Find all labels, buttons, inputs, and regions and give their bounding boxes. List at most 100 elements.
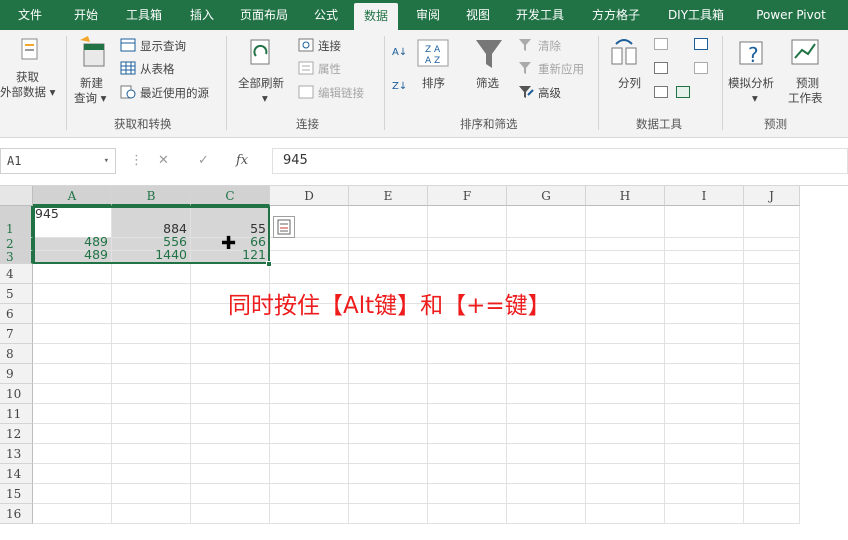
- cell-j10[interactable]: [744, 384, 800, 404]
- cell-i15[interactable]: [665, 484, 744, 504]
- cell-h9[interactable]: [586, 364, 665, 384]
- column-header-d[interactable]: D: [270, 186, 349, 206]
- cell-a12[interactable]: [33, 424, 112, 444]
- cell-i1[interactable]: [665, 206, 744, 238]
- column-header-a[interactable]: A: [33, 186, 112, 206]
- column-header-i[interactable]: I: [665, 186, 744, 206]
- cell-h14[interactable]: [586, 464, 665, 484]
- cell-h16[interactable]: [586, 504, 665, 524]
- row-header-7[interactable]: 7: [0, 324, 33, 344]
- cell-f15[interactable]: [428, 484, 507, 504]
- cell-a6[interactable]: [33, 304, 112, 324]
- cell-h1[interactable]: [586, 206, 665, 238]
- cell-d7[interactable]: [270, 324, 349, 344]
- row-header-5[interactable]: 5: [0, 284, 33, 304]
- cell-b15[interactable]: [112, 484, 191, 504]
- cell-g11[interactable]: [507, 404, 586, 424]
- cell-e2[interactable]: [349, 238, 428, 251]
- tab-view[interactable]: 视图: [456, 0, 500, 30]
- cell-c8[interactable]: [191, 344, 270, 364]
- cell-i10[interactable]: [665, 384, 744, 404]
- cell-d3[interactable]: [270, 251, 349, 264]
- cell-b6[interactable]: [112, 304, 191, 324]
- cell-j14[interactable]: [744, 464, 800, 484]
- column-header-b[interactable]: B: [112, 186, 191, 206]
- cell-j4[interactable]: [744, 264, 800, 284]
- cell-b14[interactable]: [112, 464, 191, 484]
- cell-g1[interactable]: [507, 206, 586, 238]
- tab-data[interactable]: 数据: [354, 3, 398, 30]
- tab-formulas[interactable]: 公式: [304, 0, 348, 30]
- cell-a15[interactable]: [33, 484, 112, 504]
- cell-g13[interactable]: [507, 444, 586, 464]
- cell-d12[interactable]: [270, 424, 349, 444]
- cell-j6[interactable]: [744, 304, 800, 324]
- data-validation-icon[interactable]: [654, 86, 668, 98]
- cell-e8[interactable]: [349, 344, 428, 364]
- cell-b11[interactable]: [112, 404, 191, 424]
- cell-f14[interactable]: [428, 464, 507, 484]
- relationships-icon[interactable]: [694, 62, 708, 74]
- tab-diy-toolbox[interactable]: DIY工具箱: [658, 0, 734, 30]
- cell-a5[interactable]: [33, 284, 112, 304]
- row-header-15[interactable]: 15: [0, 484, 33, 504]
- row-header-1[interactable]: 1: [0, 206, 33, 238]
- cell-i11[interactable]: [665, 404, 744, 424]
- cell-j15[interactable]: [744, 484, 800, 504]
- cell-c12[interactable]: [191, 424, 270, 444]
- cell-a10[interactable]: [33, 384, 112, 404]
- cell-g10[interactable]: [507, 384, 586, 404]
- cell-e12[interactable]: [349, 424, 428, 444]
- row-header-9[interactable]: 9: [0, 364, 33, 384]
- cell-f9[interactable]: [428, 364, 507, 384]
- tab-page-layout[interactable]: 页面布局: [232, 0, 296, 30]
- cell-e11[interactable]: [349, 404, 428, 424]
- cell-e14[interactable]: [349, 464, 428, 484]
- row-header-3[interactable]: 3: [0, 251, 33, 264]
- cell-e10[interactable]: [349, 384, 428, 404]
- cell-f7[interactable]: [428, 324, 507, 344]
- row-header-6[interactable]: 6: [0, 304, 33, 324]
- cell-g3[interactable]: [507, 251, 586, 264]
- cell-a13[interactable]: [33, 444, 112, 464]
- cell-c14[interactable]: [191, 464, 270, 484]
- cell-d4[interactable]: [270, 264, 349, 284]
- cell-h8[interactable]: [586, 344, 665, 364]
- cell-i12[interactable]: [665, 424, 744, 444]
- row-header-16[interactable]: 16: [0, 504, 33, 524]
- column-header-e[interactable]: E: [349, 186, 428, 206]
- cell-d13[interactable]: [270, 444, 349, 464]
- cell-a16[interactable]: [33, 504, 112, 524]
- column-header-j[interactable]: J: [744, 186, 800, 206]
- cell-d9[interactable]: [270, 364, 349, 384]
- cell-h6[interactable]: [586, 304, 665, 324]
- cell-e13[interactable]: [349, 444, 428, 464]
- quick-analysis-button[interactable]: [273, 216, 295, 238]
- cell-h2[interactable]: [586, 238, 665, 251]
- cell-b12[interactable]: [112, 424, 191, 444]
- cell-i3[interactable]: [665, 251, 744, 264]
- cell-g7[interactable]: [507, 324, 586, 344]
- cell-j2[interactable]: [744, 238, 800, 251]
- tab-home[interactable]: 开始: [64, 0, 108, 30]
- cell-a3[interactable]: 489: [33, 247, 112, 264]
- cell-i5[interactable]: [665, 284, 744, 304]
- cell-j3[interactable]: [744, 251, 800, 264]
- cell-f10[interactable]: [428, 384, 507, 404]
- cell-j8[interactable]: [744, 344, 800, 364]
- cell-e16[interactable]: [349, 504, 428, 524]
- cell-h10[interactable]: [586, 384, 665, 404]
- insert-function-icon[interactable]: fx: [236, 153, 248, 168]
- cell-c4[interactable]: [191, 264, 270, 284]
- column-header-h[interactable]: H: [586, 186, 665, 206]
- row-header-14[interactable]: 14: [0, 464, 33, 484]
- cell-h13[interactable]: [586, 444, 665, 464]
- consolidate-icon[interactable]: [694, 38, 708, 50]
- tab-file[interactable]: 文件: [8, 0, 52, 30]
- cell-g8[interactable]: [507, 344, 586, 364]
- cell-i2[interactable]: [665, 238, 744, 251]
- cell-i16[interactable]: [665, 504, 744, 524]
- cell-f1[interactable]: [428, 206, 507, 238]
- cell-b16[interactable]: [112, 504, 191, 524]
- worksheet-grid[interactable]: A B C D E F G H I J 1 2 3 4 5 6 7 8 9 10 11 12 13 14 15 16 945 884 5…: [0, 186, 848, 540]
